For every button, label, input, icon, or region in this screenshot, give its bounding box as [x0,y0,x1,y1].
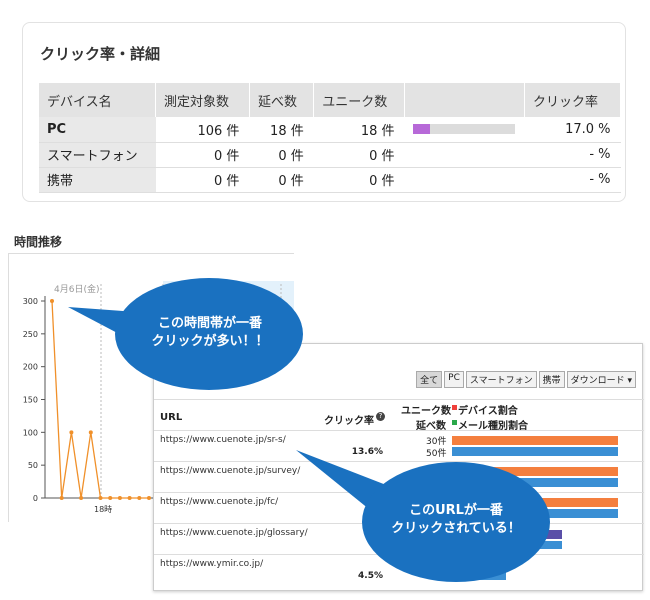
data-point [147,496,151,500]
total-bar [484,478,618,487]
rate-bar-cell [404,117,525,143]
legend-mail-swatch [452,420,457,425]
y-tick-label: 200 [23,363,38,372]
url-click-rate: 9 [376,540,383,550]
date-label-2: 4月7日(土) [166,283,211,295]
data-point [108,496,113,500]
unique-bar [452,436,618,445]
unique-count: 0 件 [313,142,405,168]
y-tick-label: 100 [23,428,38,437]
unique-bar [484,467,618,476]
filter-pc-button[interactable]: PC [444,371,464,388]
table-row: スマートフォン 0 件 0 件 0 件 - % [39,142,621,168]
data-point [117,496,122,500]
download-dropdown[interactable]: ダウンロード ▾ [566,371,636,388]
url-link[interactable]: https://www.cuenote.jp/survey/ [160,466,300,476]
data-point [88,430,93,435]
legend-device-swatch [452,405,457,410]
col-bar [404,83,526,117]
data-point [50,299,54,303]
x-tick-label: 18時 [94,505,112,514]
url-table-header: URL クリック率 ? ユニーク数 延べ数 デバイス割合 メール種別割合 [154,399,644,432]
click-rate: 17.0 % [524,117,621,143]
rate-bar-fill [412,124,430,135]
url-click-rate: 4.5% [358,571,383,581]
device-name: スマートフォン [39,142,156,168]
url-row: https://www.cuenote.jp/survey/ [154,462,644,493]
filter-all-button[interactable]: 全て [416,371,443,388]
legend-device-label: デバイス割合 [458,406,518,417]
unique-count: 18 件 [313,117,405,143]
table-row: PC 106 件 18 件 18 件 17.0 % [39,117,621,143]
y-tick-label: 300 [23,297,38,306]
device-name: 携帯 [39,167,156,193]
url-col-header: URL [160,412,183,423]
callout-url-text: このURLが一番 クリックされている！ [366,502,546,538]
y-tick-label: 0 [33,494,38,503]
total-bar [452,447,618,456]
y-tick-label: 250 [23,330,38,339]
col-rate: クリック率 [524,83,621,117]
data-point [98,496,103,500]
scale-label-2: 50件 [426,449,447,459]
url-link[interactable]: https://www.cuenote.jp/sr-s/ [160,435,286,445]
help-icon[interactable]: ? [376,412,385,421]
url-row: https://www.cuenote.jp/sr-s/ 13.6% 30件 5… [154,431,644,462]
data-point [59,496,64,500]
table-row: 携帯 0 件 0 件 0 件 - % [39,167,621,193]
rate-bar-cell [404,142,525,168]
rate-bar-cell [404,167,525,193]
col-target: 測定対象数 [155,83,250,117]
url-ranking-panel: 全て PC スマートフォン 携帯 ダウンロード ▾ URL クリック率 ? ユニ… [153,343,644,591]
data-point [79,496,84,500]
device-table: デバイス名 測定対象数 延べ数 ユニーク数 クリック率 PC 106 件 18 … [39,83,621,193]
col-device: デバイス名 [39,83,157,117]
device-name: PC [39,117,156,143]
y-tick-label: 50 [28,461,38,470]
rate-bar [412,124,515,135]
callout-time-line1: この時間帯が一番 [157,316,262,331]
filter-smartphone-button[interactable]: スマートフォン [465,371,537,388]
callout-time-text: この時間帯が一番 クリックされている！ クリックが多い！！ [120,315,300,351]
target-count: 0 件 [155,167,250,193]
filter-mobile-button[interactable]: 携帯 [538,371,565,388]
click-rate: - % [524,167,621,193]
date-label-1: 4月6日(金) [54,283,99,295]
total-count: 18 件 [249,117,314,143]
data-point [137,496,142,500]
click-rate: - % [524,142,621,168]
detail-title: クリック率・詳細 [40,45,161,63]
url-link[interactable]: https://www.cuenote.jp/glossary/ [160,528,308,538]
click-rate-detail-card: クリック率・詳細 デバイス名 測定対象数 延べ数 ユニーク数 クリック率 PC … [22,22,626,202]
data-point [69,430,74,435]
y-tick-label: 150 [23,396,38,405]
y-ticks: 300 250 200 150 100 50 0 [23,297,45,503]
url-row: https://www.ymir.co.jp/ 4.5% [154,555,644,586]
url-link[interactable]: https://www.cuenote.jp/fc/ [160,497,278,507]
legend-mail-label: メール種別割合 [458,421,528,432]
callout-url-line2: クリックされている！ [391,521,521,536]
target-count: 0 件 [155,142,250,168]
col-total: 延べ数 [249,83,315,117]
total-count: 0 件 [249,167,314,193]
unique-col-header: ユニーク数 [401,406,451,417]
total-bar [534,509,618,518]
rate-col-header: クリック率 [324,416,374,427]
data-point [127,496,132,500]
callout-url-line1: このURLが一番 [409,503,503,518]
target-count: 106 件 [155,117,250,143]
total-bar [454,571,506,580]
unique-bar [534,498,618,507]
callout-time-line2b: クリックが多い！！ [151,334,269,349]
total-count: 0 件 [249,142,314,168]
col-unique: ユニーク数 [313,83,406,117]
url-click-rate: 13.6% [351,447,383,457]
unique-count: 0 件 [313,167,405,193]
filter-buttons: 全て PC スマートフォン 携帯 ダウンロード ▾ [416,371,636,388]
table-header-row: デバイス名 測定対象数 延べ数 ユニーク数 クリック率 [39,83,621,117]
total-col-header: 延べ数 [416,421,446,432]
total-bar [514,541,562,549]
url-link[interactable]: https://www.ymir.co.jp/ [160,559,263,569]
